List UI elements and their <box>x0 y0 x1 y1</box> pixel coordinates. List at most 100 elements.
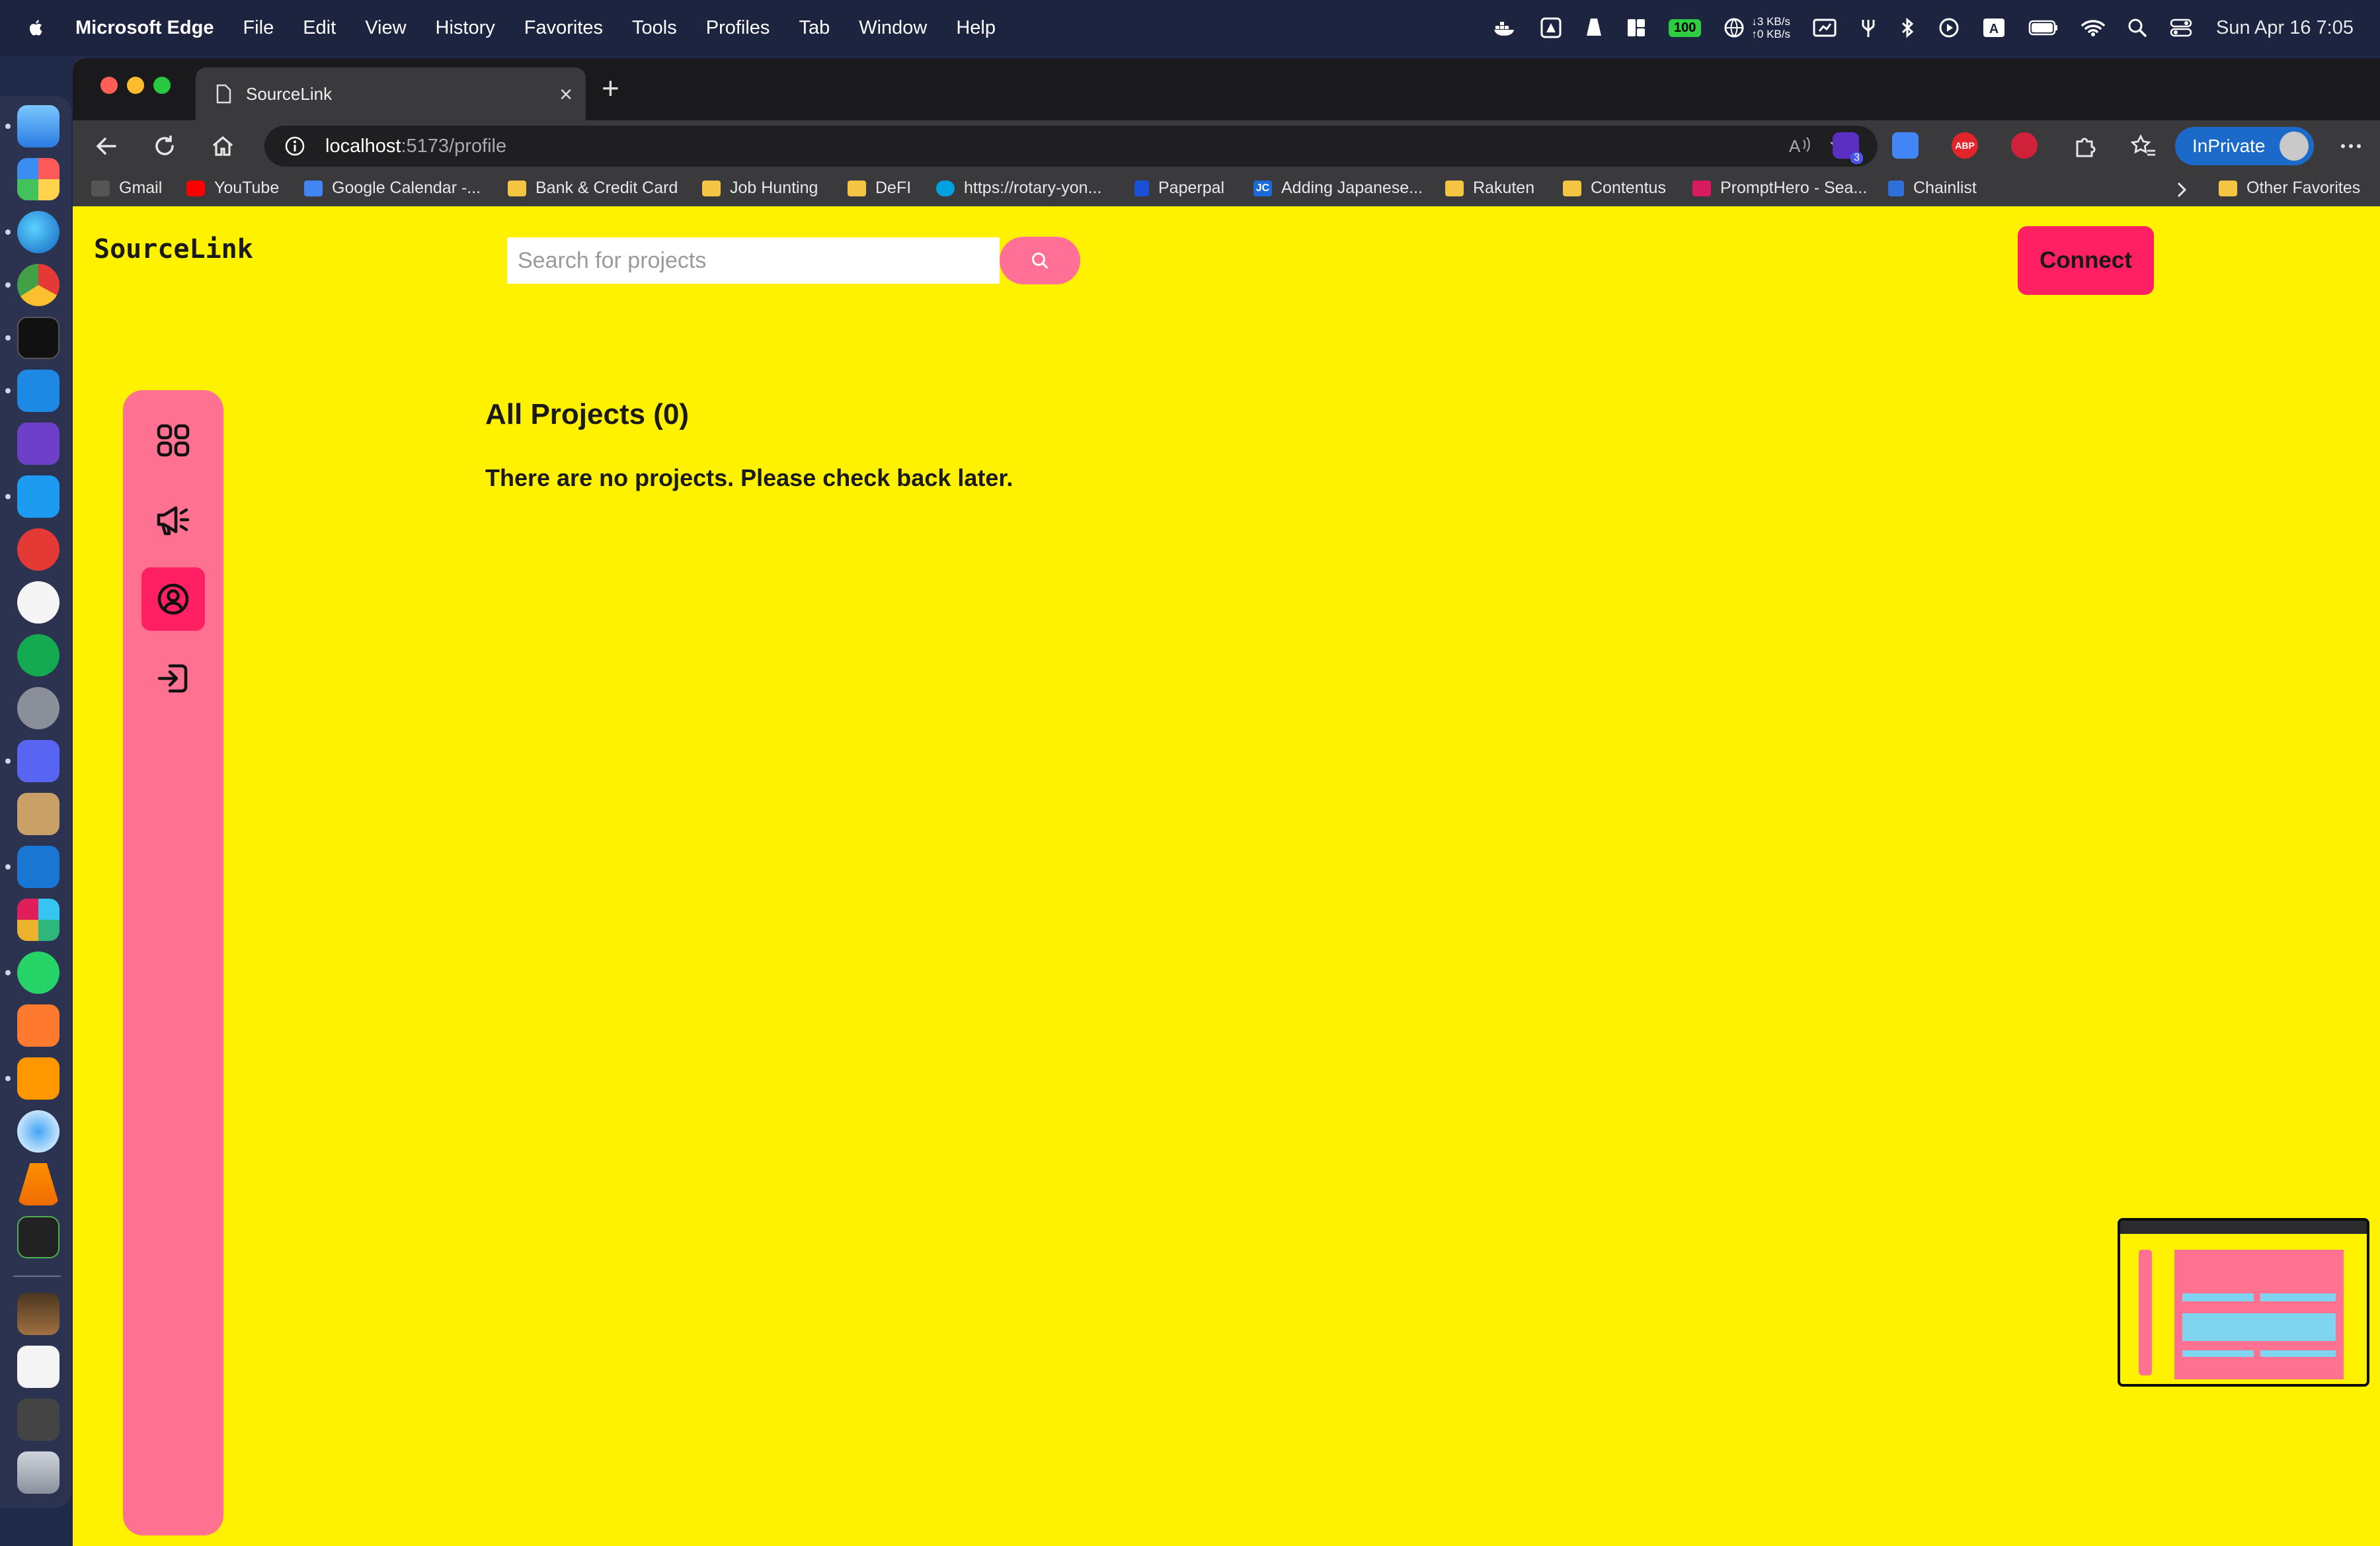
screen-share-icon[interactable] <box>1813 18 1837 38</box>
refresh-icon[interactable] <box>152 134 177 159</box>
menu-profiles[interactable]: Profiles <box>706 17 770 39</box>
new-tab-button[interactable]: + <box>602 70 619 106</box>
battery-icon[interactable] <box>2028 19 2059 36</box>
tab-close-icon[interactable]: × <box>559 82 573 108</box>
favorite-rakuten[interactable]: Rakuten <box>1445 179 1534 198</box>
more-options-icon[interactable] <box>2339 138 2363 155</box>
site-logo[interactable]: SourceLink <box>94 234 253 264</box>
menu-tools[interactable]: Tools <box>632 17 677 39</box>
launchpad-icon[interactable] <box>17 158 60 200</box>
spotlight-search-icon[interactable] <box>2127 18 2147 38</box>
extension-icon[interactable]: 3 <box>1833 132 1863 164</box>
mongodb-icon[interactable] <box>17 634 60 676</box>
favorite-chainlist[interactable]: Chainlist <box>1888 179 1977 198</box>
browser-app-icon[interactable] <box>17 1110 60 1153</box>
menu-history[interactable]: History <box>436 17 495 39</box>
tab-title: SourceLink <box>246 83 333 104</box>
sublime-text-icon[interactable] <box>17 1057 60 1100</box>
sidebar-item-profile[interactable] <box>141 567 205 631</box>
terminal-icon[interactable] <box>17 317 60 359</box>
sidebar-item-campaigns[interactable] <box>141 488 205 551</box>
recent-window-icon[interactable] <box>17 1399 60 1441</box>
window-minimize-button[interactable] <box>127 77 144 94</box>
menu-help[interactable]: Help <box>956 17 996 39</box>
menu-view[interactable]: View <box>365 17 406 39</box>
chrome-icon[interactable] <box>17 264 60 306</box>
tab-sourcelink[interactable]: SourceLink × <box>196 67 586 120</box>
app-store-icon[interactable] <box>17 581 60 624</box>
slack-icon[interactable] <box>17 899 60 941</box>
menu-favorites[interactable]: Favorites <box>524 17 603 39</box>
network-speed[interactable]: ↓3 KB/s ↑0 KB/s <box>1724 15 1790 40</box>
github-desktop-icon[interactable] <box>17 423 60 465</box>
activity-monitor-icon[interactable] <box>17 1216 60 1258</box>
favorite-paperpal[interactable]: Paperpal <box>1134 179 1224 198</box>
menu-tab[interactable]: Tab <box>799 17 830 39</box>
favorite-adding-japanese[interactable]: JC Adding Japanese... <box>1253 179 1423 198</box>
menu-edit[interactable]: Edit <box>303 17 336 39</box>
edge-icon[interactable] <box>17 211 60 253</box>
remote-desktop-icon[interactable] <box>17 528 60 571</box>
search-input[interactable] <box>507 237 1000 284</box>
window-close-button[interactable] <box>100 77 118 94</box>
screenshot-thumbnail[interactable] <box>2118 1218 2369 1387</box>
sidebar-item-login[interactable] <box>141 647 205 710</box>
menubar-clock[interactable]: Sun Apr 16 7:05 <box>2216 17 2354 39</box>
favorite-rotary[interactable]: https://rotary-yon... <box>936 179 1101 198</box>
favorite-job-hunting[interactable]: Job Hunting <box>702 179 818 198</box>
favorite-google-calendar[interactable]: Google Calendar -... <box>304 179 481 198</box>
whatsapp-icon[interactable] <box>17 952 60 994</box>
vpn-extension-icon[interactable] <box>2011 132 2038 159</box>
youtube-icon <box>186 180 205 196</box>
site-info-icon[interactable] <box>284 136 305 157</box>
archive-utility-icon[interactable] <box>17 793 60 835</box>
bluetooth-icon[interactable] <box>1900 17 1916 38</box>
address-bar[interactable]: localhost:5173/profile A <box>264 126 1878 167</box>
vscode-icon[interactable] <box>17 370 60 412</box>
favorite-defi[interactable]: DeFI <box>848 179 911 198</box>
window-zoom-button[interactable] <box>153 77 171 94</box>
back-arrow-icon[interactable] <box>94 134 119 159</box>
recent-video-icon[interactable] <box>17 1293 60 1335</box>
menu-file[interactable]: File <box>243 17 274 39</box>
extensions-puzzle-icon[interactable] <box>2072 134 2097 159</box>
favorite-prompthero[interactable]: PromptHero - Sea... <box>1692 179 1867 198</box>
control-center-icon[interactable] <box>2170 18 2192 38</box>
play-circle-icon[interactable] <box>1938 17 1960 38</box>
other-favorites[interactable]: Other Favorites <box>2219 179 2360 198</box>
wifi-icon[interactable] <box>2081 19 2105 37</box>
running-indicator <box>5 388 11 393</box>
connect-button[interactable]: Connect <box>2018 226 2154 295</box>
favorite-gmail[interactable]: Gmail <box>91 179 162 198</box>
adblock-plus-icon[interactable]: ABP <box>1952 132 1978 159</box>
vlc-menubar-icon[interactable] <box>1584 17 1604 38</box>
favorite-youtube[interactable]: YouTube <box>186 179 279 198</box>
chevron-right-icon[interactable] <box>2175 181 2188 198</box>
apple-icon[interactable] <box>26 18 46 38</box>
vlc-icon[interactable] <box>17 1163 60 1205</box>
favorite-contentus[interactable]: Contentus <box>1563 179 1666 198</box>
menu-app-name[interactable]: Microsoft Edge <box>75 17 214 39</box>
trash-icon[interactable] <box>17 1451 60 1494</box>
qbittorrent-icon[interactable] <box>17 846 60 888</box>
input-source-icon[interactable]: A <box>1982 17 2006 38</box>
pen-tool-icon[interactable] <box>17 1004 60 1047</box>
discord-icon[interactable] <box>17 740 60 782</box>
drive-status-icon[interactable] <box>1540 17 1562 38</box>
menu-window[interactable]: Window <box>859 17 927 39</box>
system-settings-icon[interactable] <box>17 687 60 729</box>
home-icon[interactable] <box>210 134 235 159</box>
docker-icon[interactable] <box>17 475 60 518</box>
recent-document-icon[interactable] <box>17 1346 60 1388</box>
favorite-bank-credit-card[interactable]: Bank & Credit Card <box>508 179 678 198</box>
inprivate-button[interactable]: InPrivate <box>2175 127 2314 165</box>
search-button[interactable] <box>1000 237 1080 284</box>
fork-icon[interactable] <box>1859 17 1878 38</box>
favorites-icon[interactable] <box>2130 134 2157 159</box>
finder-icon[interactable] <box>17 105 60 147</box>
window-manager-icon[interactable] <box>1626 18 1646 38</box>
read-aloud-icon[interactable]: A <box>1788 135 1811 157</box>
sidebar-item-dashboard[interactable] <box>141 409 205 472</box>
translate-extension-icon[interactable] <box>1892 132 1919 159</box>
docker-icon[interactable] <box>1493 18 1518 38</box>
